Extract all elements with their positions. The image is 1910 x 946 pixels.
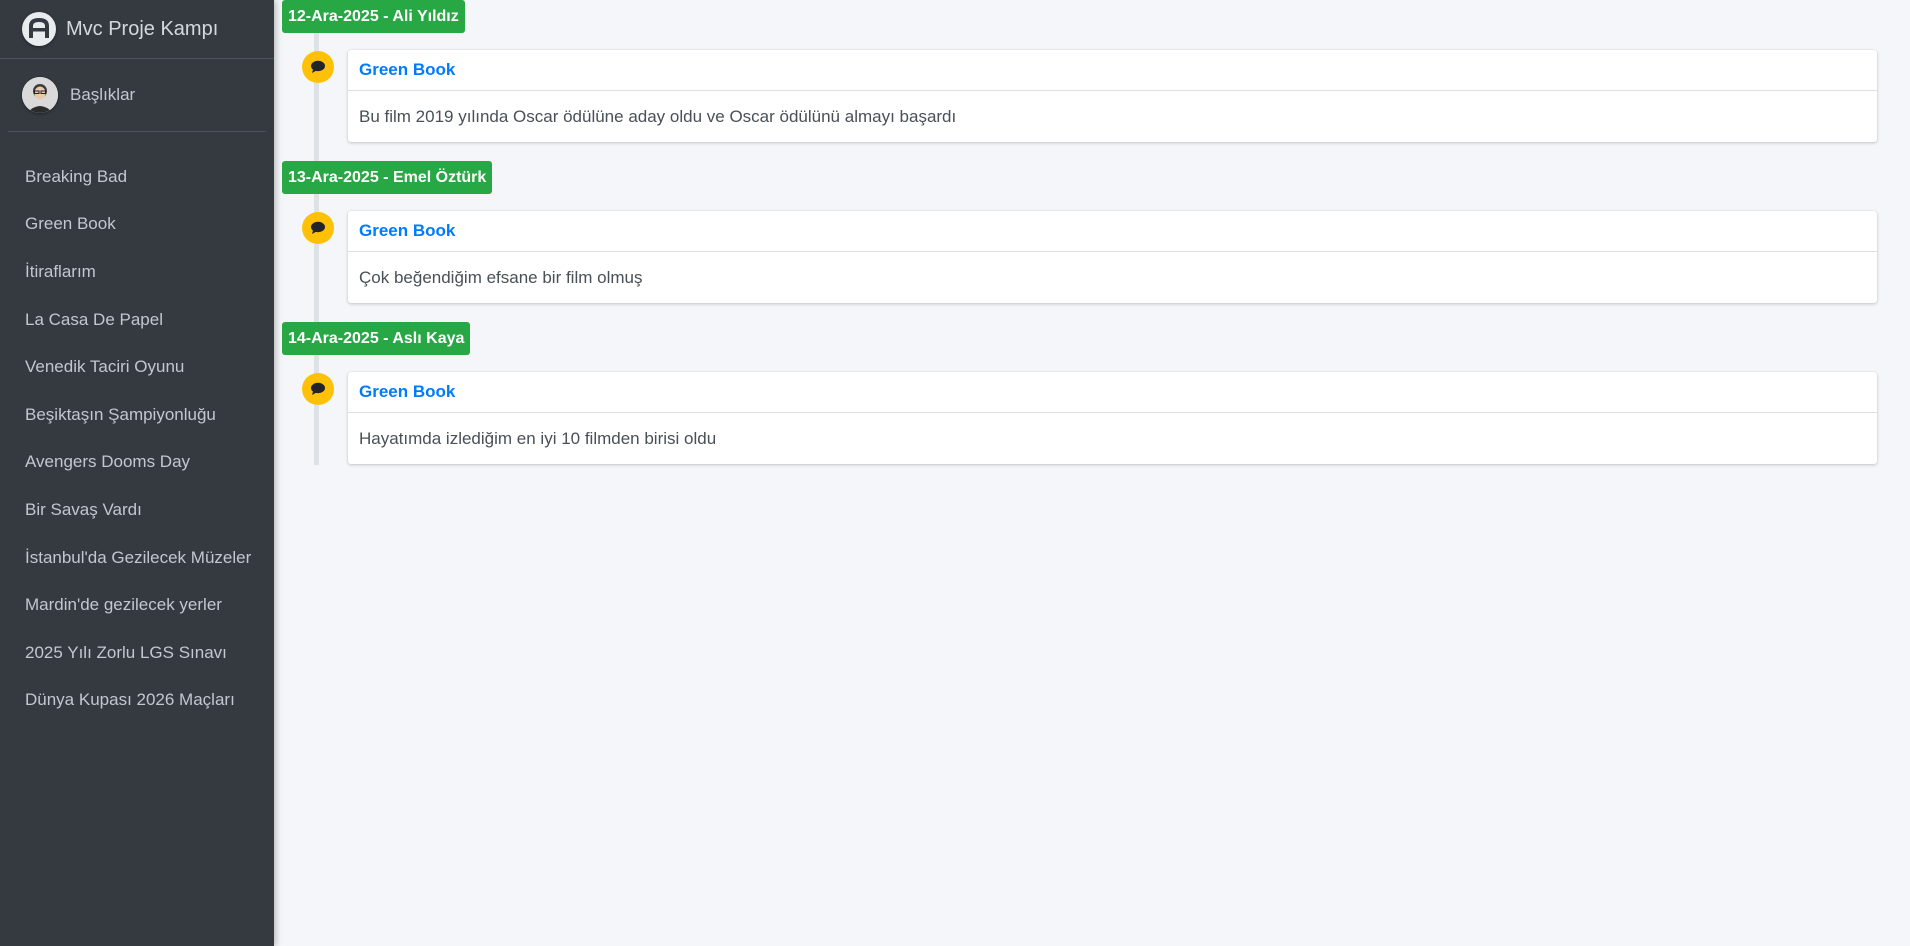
- sidebar-item-dunya-kupasi[interactable]: Dünya Kupası 2026 Maçları: [0, 677, 274, 725]
- sidebar-item-label: Breaking Bad: [25, 166, 128, 186]
- sidebar-item-lgs[interactable]: 2025 Yılı Zorlu LGS Sınavı: [0, 629, 274, 677]
- user-avatar-icon: [22, 77, 58, 113]
- timeline-item-title-link[interactable]: Green Book: [348, 211, 1877, 252]
- sidebar-item-venedik-taciri[interactable]: Venedik Taciri Oyunu: [0, 343, 274, 391]
- main-sidebar: Mvc Proje Kampı Başlıklar Breaking Bad G…: [0, 0, 274, 946]
- sidebar-item-label: 2025 Yılı Zorlu LGS Sınavı: [25, 642, 227, 662]
- sidebar-item-breaking-bad[interactable]: Breaking Bad: [0, 153, 274, 201]
- sidebar-item-label: İstanbul'da Gezilecek Müzeler: [25, 547, 252, 567]
- comment-icon: [302, 51, 334, 83]
- sidebar-item-label: Mardin'de gezilecek yerler: [25, 595, 222, 615]
- timeline-item-body: Çok beğendiğim efsane bir film olmuş: [359, 268, 643, 287]
- sidebar-nav: Breaking Bad Green Book İtiraflarım La C…: [0, 132, 274, 724]
- sidebar-item-label: Green Book: [25, 214, 116, 234]
- timeline-item-body: Hayatımda izlediğim en iyi 10 filmden bi…: [359, 429, 717, 448]
- timeline-entry: 14-Ara-2025 - Aslı Kaya Green Book Hayat…: [274, 322, 1910, 483]
- time-label-badge: 13-Ara-2025 - Emel Öztürk: [282, 161, 493, 194]
- sidebar-item-label: İtiraflarım: [25, 261, 96, 281]
- timeline: 12-Ara-2025 - Ali Yıldız Green Book Bu f…: [274, 0, 1910, 483]
- sidebar-item-green-book[interactable]: Green Book: [0, 201, 274, 249]
- timeline-entry: 13-Ara-2025 - Emel Öztürk Green Book Çok…: [274, 161, 1910, 322]
- timeline-item-body: Bu film 2019 yılında Oscar ödülüne aday …: [359, 107, 957, 126]
- sidebar-item-besiktas[interactable]: Beşiktaşın Şampiyonluğu: [0, 391, 274, 439]
- sidebar-item-istanbul-muzeler[interactable]: İstanbul'da Gezilecek Müzeler: [0, 534, 274, 582]
- brand-title: Mvc Proje Kampı: [66, 17, 219, 40]
- sidebar-item-label: Dünya Kupası 2026 Maçları: [25, 690, 235, 710]
- sidebar-item-la-casa-de-papel[interactable]: La Casa De Papel: [0, 296, 274, 344]
- timeline-item-title-link[interactable]: Green Book: [348, 50, 1877, 91]
- comment-icon: [302, 212, 334, 244]
- sidebar-item-avengers[interactable]: Avengers Dooms Day: [0, 439, 274, 487]
- app-layout: Mvc Proje Kampı Başlıklar Breaking Bad G…: [0, 0, 1910, 946]
- sidebar-item-mardin[interactable]: Mardin'de gezilecek yerler: [0, 581, 274, 629]
- comment-icon: [302, 373, 334, 405]
- timeline-item-card: Green Book Çok beğendiğim efsane bir fil…: [348, 211, 1877, 303]
- sidebar-item-label: La Casa De Papel: [25, 309, 163, 329]
- sidebar-item-bir-savas-vardi[interactable]: Bir Savaş Vardı: [0, 486, 274, 534]
- timeline-entry: 12-Ara-2025 - Ali Yıldız Green Book Bu f…: [274, 0, 1910, 161]
- adminlte-logo-icon: [22, 12, 56, 46]
- brand-link[interactable]: Mvc Proje Kampı: [0, 0, 274, 59]
- sidebar-item-label: Avengers Dooms Day: [25, 452, 191, 472]
- content-wrapper: 12-Ara-2025 - Ali Yıldız Green Book Bu f…: [274, 0, 1910, 946]
- timeline-item-title-link[interactable]: Green Book: [348, 372, 1877, 413]
- timeline-item-card: Green Book Bu film 2019 yılında Oscar öd…: [348, 50, 1877, 142]
- time-label-badge: 12-Ara-2025 - Ali Yıldız: [282, 0, 465, 33]
- user-panel[interactable]: Başlıklar: [8, 59, 266, 132]
- sidebar-item-label: Beşiktaşın Şampiyonluğu: [25, 404, 216, 424]
- sidebar-item-label: Bir Savaş Vardı: [25, 499, 142, 519]
- timeline-item-card: Green Book Hayatımda izlediğim en iyi 10…: [348, 372, 1877, 464]
- time-label-badge: 14-Ara-2025 - Aslı Kaya: [282, 322, 471, 355]
- sidebar-item-itiraflarim[interactable]: İtiraflarım: [0, 248, 274, 296]
- sidebar-item-label: Venedik Taciri Oyunu: [25, 357, 185, 377]
- user-panel-label: Başlıklar: [70, 85, 136, 104]
